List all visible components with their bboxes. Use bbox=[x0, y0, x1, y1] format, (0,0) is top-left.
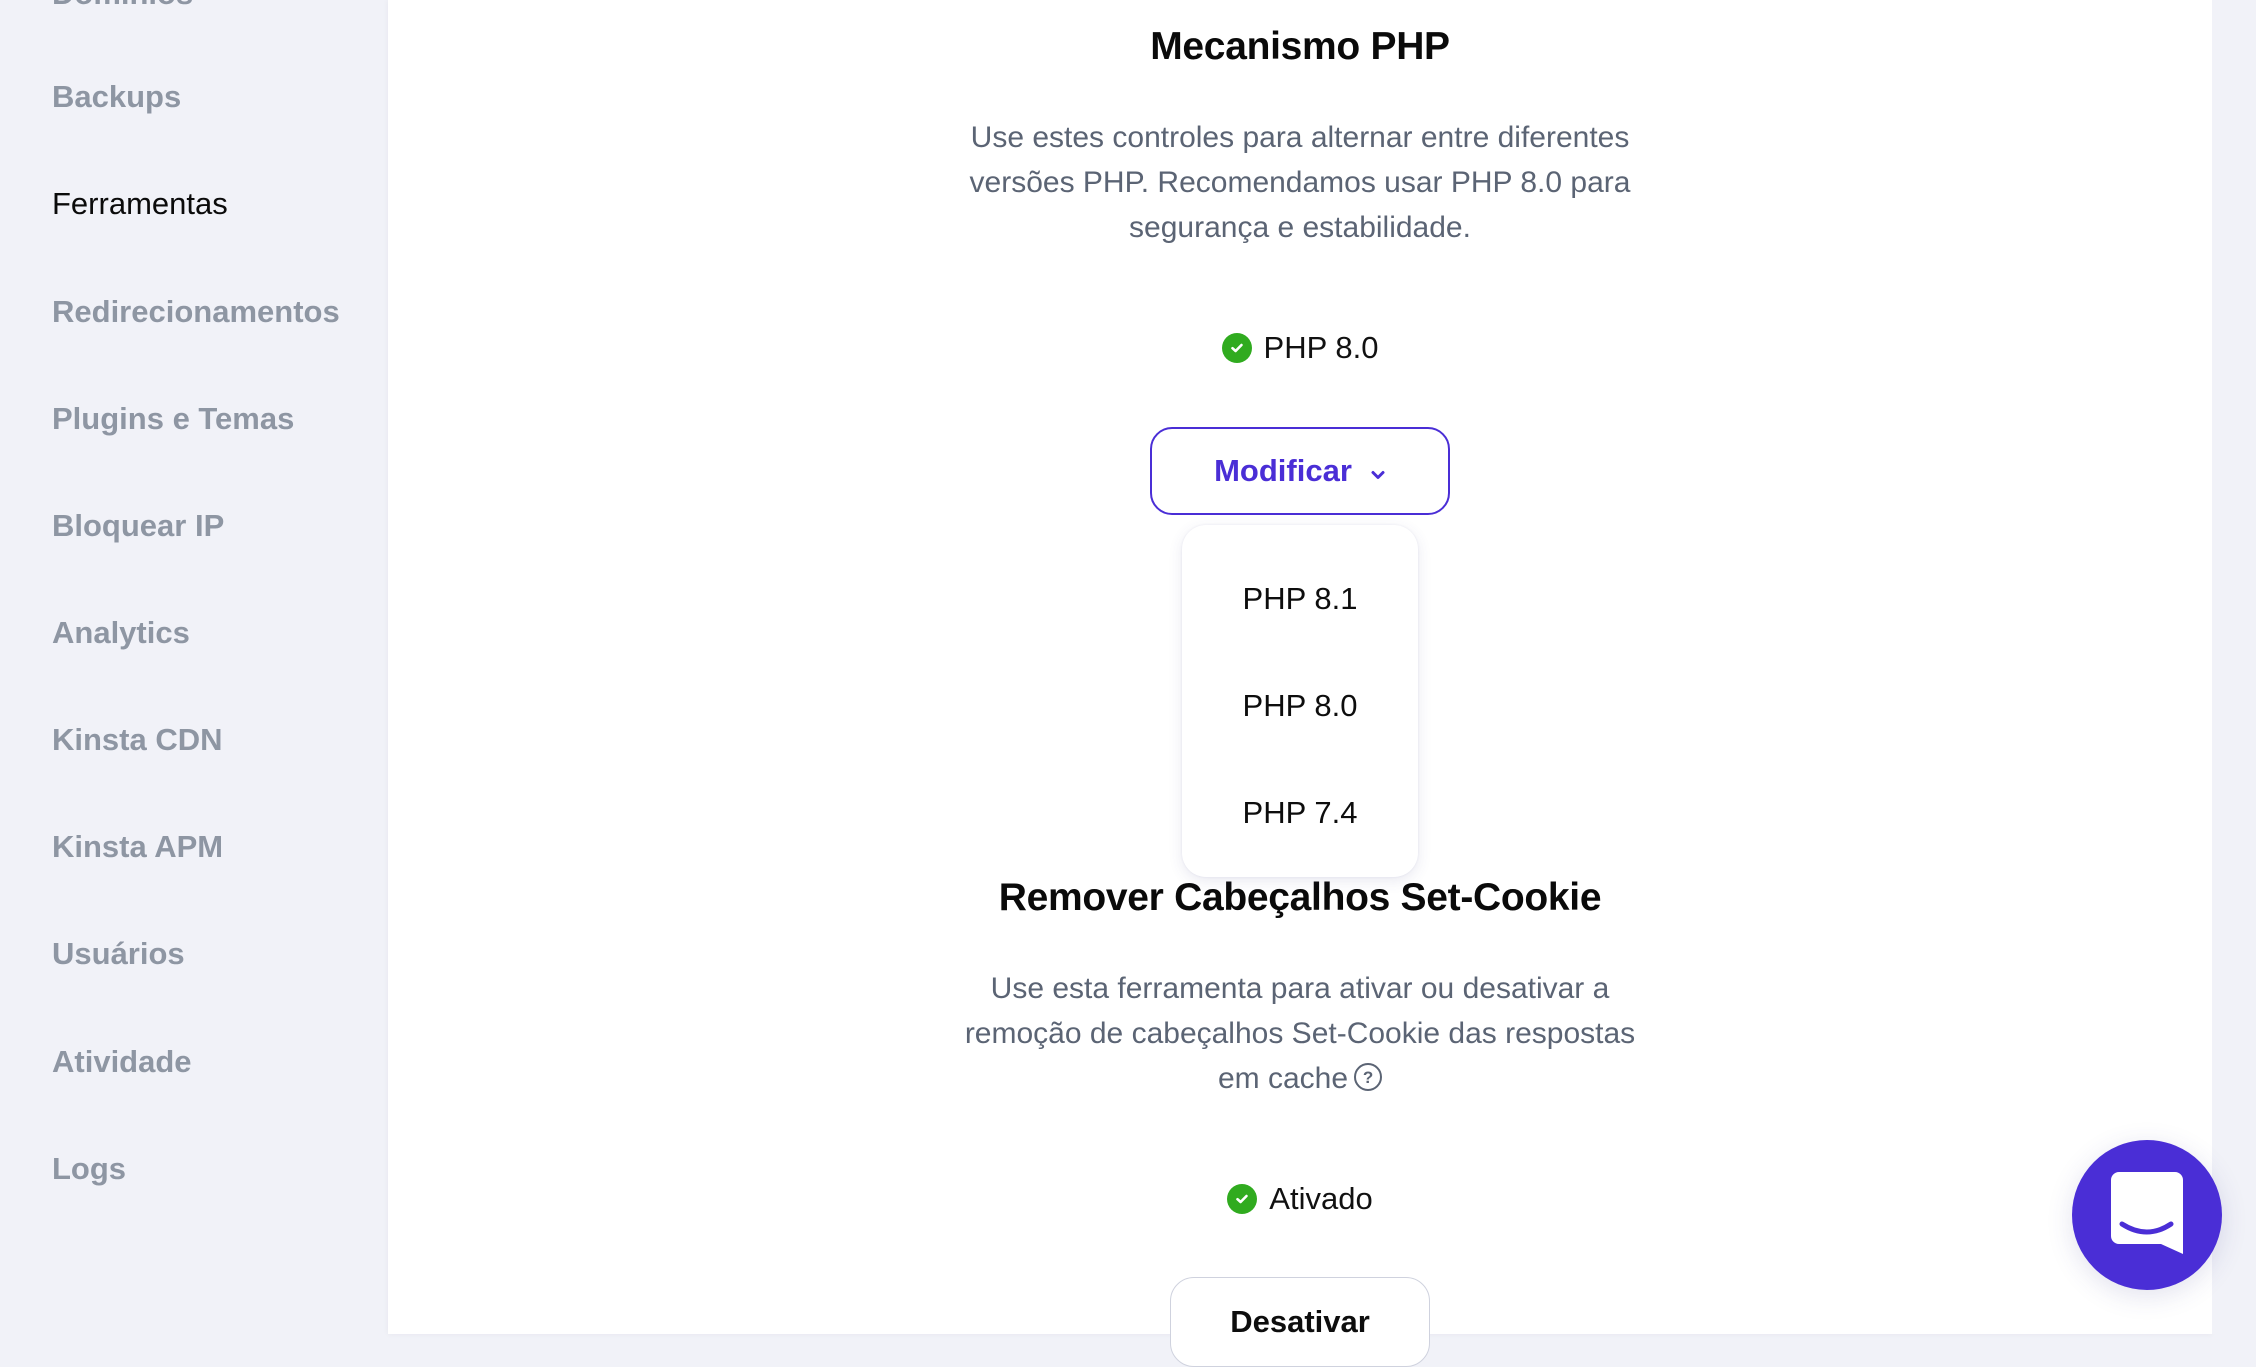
sidebar-item-bloquear-ip[interactable]: Bloquear IP bbox=[52, 508, 224, 544]
dropdown-option-php-7-4[interactable]: PHP 7.4 bbox=[1182, 795, 1418, 831]
chat-bubble-icon bbox=[2111, 1171, 2183, 1259]
set-cookie-status-text: Ativado bbox=[1269, 1181, 1373, 1216]
php-engine-description: Use estes controles para alternar entre … bbox=[388, 115, 2212, 250]
disable-button-label: Desativar bbox=[1230, 1304, 1370, 1339]
check-circle-icon bbox=[1221, 333, 1252, 363]
sidebar-item-ferramentas[interactable]: Ferramentas bbox=[52, 186, 228, 222]
set-cookie-status: Ativado bbox=[388, 1181, 2212, 1217]
sidebar-item-dominios[interactable]: Domínios bbox=[52, 0, 193, 12]
sidebar-item-redirecionamentos[interactable]: Redirecionamentos bbox=[52, 294, 340, 330]
php-version-status-text: PHP 8.0 bbox=[1263, 330, 1379, 365]
set-cookie-description: Use esta ferramenta para ativar ou desat… bbox=[388, 966, 2212, 1101]
php-version-dropdown: PHP 8.1 PHP 8.0 PHP 7.4 bbox=[1182, 525, 1418, 877]
modify-php-button-label: Modificar bbox=[1214, 453, 1352, 488]
php-engine-description-line: versões PHP. Recomendamos usar PHP 8.0 p… bbox=[969, 166, 1631, 199]
chevron-down-icon bbox=[1370, 453, 1386, 489]
set-cookie-title: Remover Cabeçalhos Set-Cookie bbox=[998, 876, 1602, 919]
set-cookie-description-line: em cache bbox=[1217, 1062, 1349, 1095]
sidebar-item-logs[interactable]: Logs bbox=[52, 1151, 126, 1187]
chat-launcher-button[interactable] bbox=[2072, 1140, 2222, 1290]
php-engine-description-line: Use estes controles para alternar entre … bbox=[970, 121, 1630, 154]
right-gutter bbox=[2212, 0, 2256, 1334]
php-engine-description-line: segurança e estabilidade. bbox=[1129, 211, 1471, 244]
sidebar-item-analytics[interactable]: Analytics bbox=[52, 615, 190, 651]
dropdown-option-php-8-1[interactable]: PHP 8.1 bbox=[1182, 581, 1418, 617]
sidebar: Domínios Backups Ferramentas Redireciona… bbox=[0, 0, 388, 1334]
set-cookie-description-line: Use esta ferramenta para ativar ou desat… bbox=[990, 972, 1610, 1005]
sidebar-item-kinsta-cdn[interactable]: Kinsta CDN bbox=[52, 722, 223, 758]
sidebar-item-kinsta-apm[interactable]: Kinsta APM bbox=[52, 829, 223, 865]
sidebar-item-atividade[interactable]: Atividade bbox=[52, 1044, 192, 1080]
set-cookie-description-line: remoção de cabeçalhos Set-Cookie das res… bbox=[964, 1017, 1636, 1050]
php-version-status: PHP 8.0 bbox=[388, 330, 2212, 366]
modify-php-button[interactable]: Modificar bbox=[1150, 427, 1450, 515]
dropdown-option-php-8-0[interactable]: PHP 8.0 bbox=[1182, 688, 1418, 724]
main-panel: Mecanismo PHP Use estes controles para a… bbox=[388, 0, 2212, 1367]
sidebar-item-usuarios[interactable]: Usuários bbox=[52, 936, 185, 972]
sidebar-item-backups[interactable]: Backups bbox=[52, 79, 181, 115]
help-icon[interactable]: ? bbox=[1354, 1063, 1383, 1092]
sidebar-item-plugins-temas[interactable]: Plugins e Temas bbox=[52, 401, 294, 437]
check-circle-icon bbox=[1227, 1184, 1258, 1214]
php-engine-title: Mecanismo PHP bbox=[1150, 25, 1450, 68]
disable-button[interactable]: Desativar bbox=[1170, 1277, 1430, 1367]
